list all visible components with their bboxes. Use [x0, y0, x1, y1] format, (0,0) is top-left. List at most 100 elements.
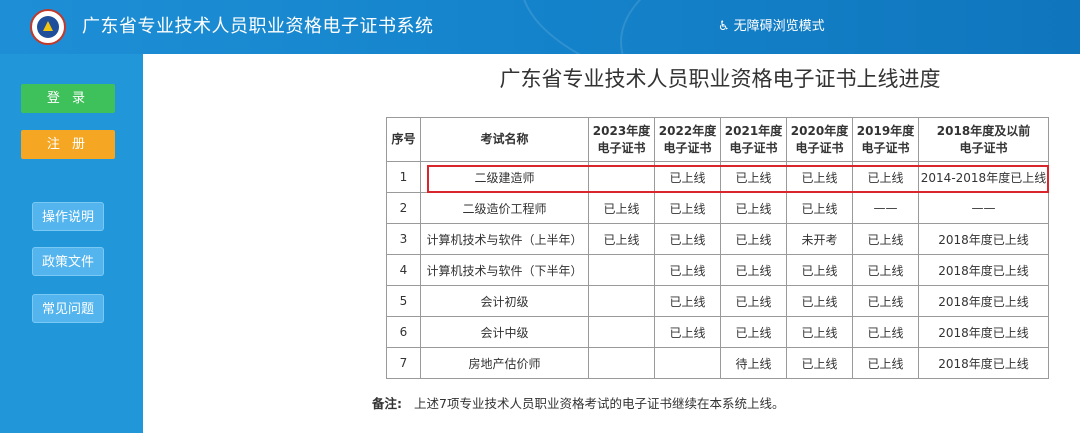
- table-cell: [654, 347, 721, 379]
- column-header: 2023年度 电子证书: [588, 117, 655, 162]
- table-cell: 计算机技术与软件（上半年）: [420, 223, 589, 255]
- table-cell: 2014-2018年度已上线: [918, 161, 1049, 193]
- table-cell: 已上线: [588, 223, 655, 255]
- column-header: 2021年度 电子证书: [720, 117, 787, 162]
- header-decoration: [620, 0, 1080, 54]
- table-cell: 二级造价工程师: [420, 192, 589, 224]
- table-cell: [588, 347, 655, 379]
- table-cell: [588, 285, 655, 317]
- column-header-line2: 电子证书: [861, 140, 910, 155]
- column-header-line1: 序号: [391, 132, 416, 146]
- table-row: 6 会计中级 已上线 已上线 已上线 已上线 2018年度已上线: [386, 316, 1049, 348]
- table-cell: 2: [386, 192, 421, 224]
- column-header: 2018年度及以前 电子证书: [918, 117, 1049, 162]
- sidebar: 登 录 注 册 操作说明 政策文件 常见问题: [0, 54, 143, 433]
- table-row: 1 二级建造师 已上线 已上线 已上线 已上线 2014-2018年度已上线: [386, 161, 1049, 193]
- column-header-line1: 2019年度: [856, 123, 915, 138]
- column-header-line1: 2020年度: [790, 123, 849, 138]
- table-cell: 已上线: [654, 254, 721, 286]
- table-cell: 已上线: [786, 254, 853, 286]
- table-row: 3 计算机技术与软件（上半年） 已上线 已上线 已上线 未开考 已上线 2018年度已上线: [386, 223, 1049, 255]
- footnote: 备注: 上述7项专业技术人员职业资格考试的电子证书继续在本系统上线。: [372, 395, 784, 413]
- table-cell: 会计中级: [420, 316, 589, 348]
- table-cell: 已上线: [654, 285, 721, 317]
- table-cell: 已上线: [720, 223, 787, 255]
- register-button[interactable]: 注 册: [21, 130, 115, 159]
- table-cell: 已上线: [786, 285, 853, 317]
- nav-operation-guide[interactable]: 操作说明: [32, 202, 104, 231]
- site-title[interactable]: 广东省专业技术人员职业资格电子证书系统: [82, 14, 434, 40]
- column-header-line2: 电子证书: [959, 140, 1008, 155]
- table-cell: 已上线: [786, 161, 853, 193]
- note-text: 上述7项专业技术人员职业资格考试的电子证书继续在本系统上线。: [414, 396, 785, 411]
- accessibility-mode-link[interactable]: ♿ 无障碍浏览模式: [718, 17, 825, 37]
- note-label: 备注:: [372, 396, 402, 411]
- column-header-line1: 考试名称: [480, 132, 529, 146]
- table-cell: 已上线: [786, 192, 853, 224]
- table-row: 2 二级造价工程师 已上线 已上线 已上线 已上线 —— ——: [386, 192, 1049, 224]
- accessibility-label: 无障碍浏览模式: [733, 19, 825, 34]
- table-cell: [588, 254, 655, 286]
- column-header-line2: 电子证书: [663, 140, 712, 155]
- table-cell: [588, 161, 655, 193]
- table-cell: 已上线: [786, 347, 853, 379]
- table-cell: 已上线: [720, 285, 787, 317]
- table-cell: 计算机技术与软件（下半年）: [420, 254, 589, 286]
- column-header: 2022年度 电子证书: [654, 117, 721, 162]
- site-logo-icon[interactable]: [30, 9, 66, 45]
- login-button[interactable]: 登 录: [21, 84, 115, 113]
- table-cell: 二级建造师: [420, 161, 589, 193]
- site-header: 广东省专业技术人员职业资格电子证书系统 ♿ 无障碍浏览模式: [0, 0, 1080, 54]
- table-cell: 4: [386, 254, 421, 286]
- table-cell: 待上线: [720, 347, 787, 379]
- page-title: 广东省专业技术人员职业资格电子证书上线进度: [499, 67, 941, 91]
- table-cell: ——: [852, 192, 919, 224]
- table-cell: 已上线: [852, 254, 919, 286]
- nav-policy-documents[interactable]: 政策文件: [32, 247, 104, 276]
- table-cell: 7: [386, 347, 421, 379]
- table-cell: 已上线: [720, 316, 787, 348]
- table-cell: 已上线: [786, 316, 853, 348]
- table-cell: 房地产估价师: [420, 347, 589, 379]
- column-header-line1: 2022年度: [658, 123, 717, 138]
- table-cell: 已上线: [720, 192, 787, 224]
- table-cell: 已上线: [852, 316, 919, 348]
- table-cell: [588, 316, 655, 348]
- table-row: 4 计算机技术与软件（下半年） 已上线 已上线 已上线 已上线 2018年度已上线: [386, 254, 1049, 286]
- table-cell: 5: [386, 285, 421, 317]
- table-cell: 2018年度已上线: [918, 254, 1049, 286]
- column-header: 考试名称: [420, 117, 589, 162]
- table-cell: 6: [386, 316, 421, 348]
- table-cell: 2018年度已上线: [918, 347, 1049, 379]
- table-row: 5 会计初级 已上线 已上线 已上线 已上线 2018年度已上线: [386, 285, 1049, 317]
- column-header: 2020年度 电子证书: [786, 117, 853, 162]
- table-cell: 2018年度已上线: [918, 223, 1049, 255]
- table-cell: ——: [918, 192, 1049, 224]
- table-cell: 已上线: [654, 192, 721, 224]
- table-cell: 1: [386, 161, 421, 193]
- table-cell: 会计初级: [420, 285, 589, 317]
- nav-faq[interactable]: 常见问题: [32, 294, 104, 323]
- table-cell: 已上线: [852, 347, 919, 379]
- certificate-progress-table: 序号 考试名称 2023年度 电子证书 2022年度 电子证书 2021年度 电子证书 2020…: [386, 117, 1049, 379]
- table-cell: 已上线: [720, 161, 787, 193]
- column-header-line2: 电子证书: [597, 140, 646, 155]
- column-header-line2: 电子证书: [795, 140, 844, 155]
- column-header-line1: 2021年度: [724, 123, 783, 138]
- column-header: 序号: [386, 117, 421, 162]
- table-cell: 2018年度已上线: [918, 285, 1049, 317]
- table-cell: 2018年度已上线: [918, 316, 1049, 348]
- table-cell: 已上线: [852, 223, 919, 255]
- table-cell: 已上线: [588, 192, 655, 224]
- table-cell: 已上线: [852, 285, 919, 317]
- accessibility-icon: ♿: [718, 19, 730, 34]
- table-row: 7 房地产估价师 待上线 已上线 已上线 2018年度已上线: [386, 347, 1049, 379]
- column-header-line1: 2018年度及以前: [936, 123, 1031, 138]
- table-cell: 已上线: [720, 254, 787, 286]
- column-header-line2: 电子证书: [729, 140, 778, 155]
- table-cell: 3: [386, 223, 421, 255]
- table-header-row: 序号 考试名称 2023年度 电子证书 2022年度 电子证书 2021年度 电子证书 2020…: [386, 117, 1049, 162]
- column-header-line1: 2023年度: [592, 123, 651, 138]
- table-cell: 已上线: [654, 316, 721, 348]
- column-header: 2019年度 电子证书: [852, 117, 919, 162]
